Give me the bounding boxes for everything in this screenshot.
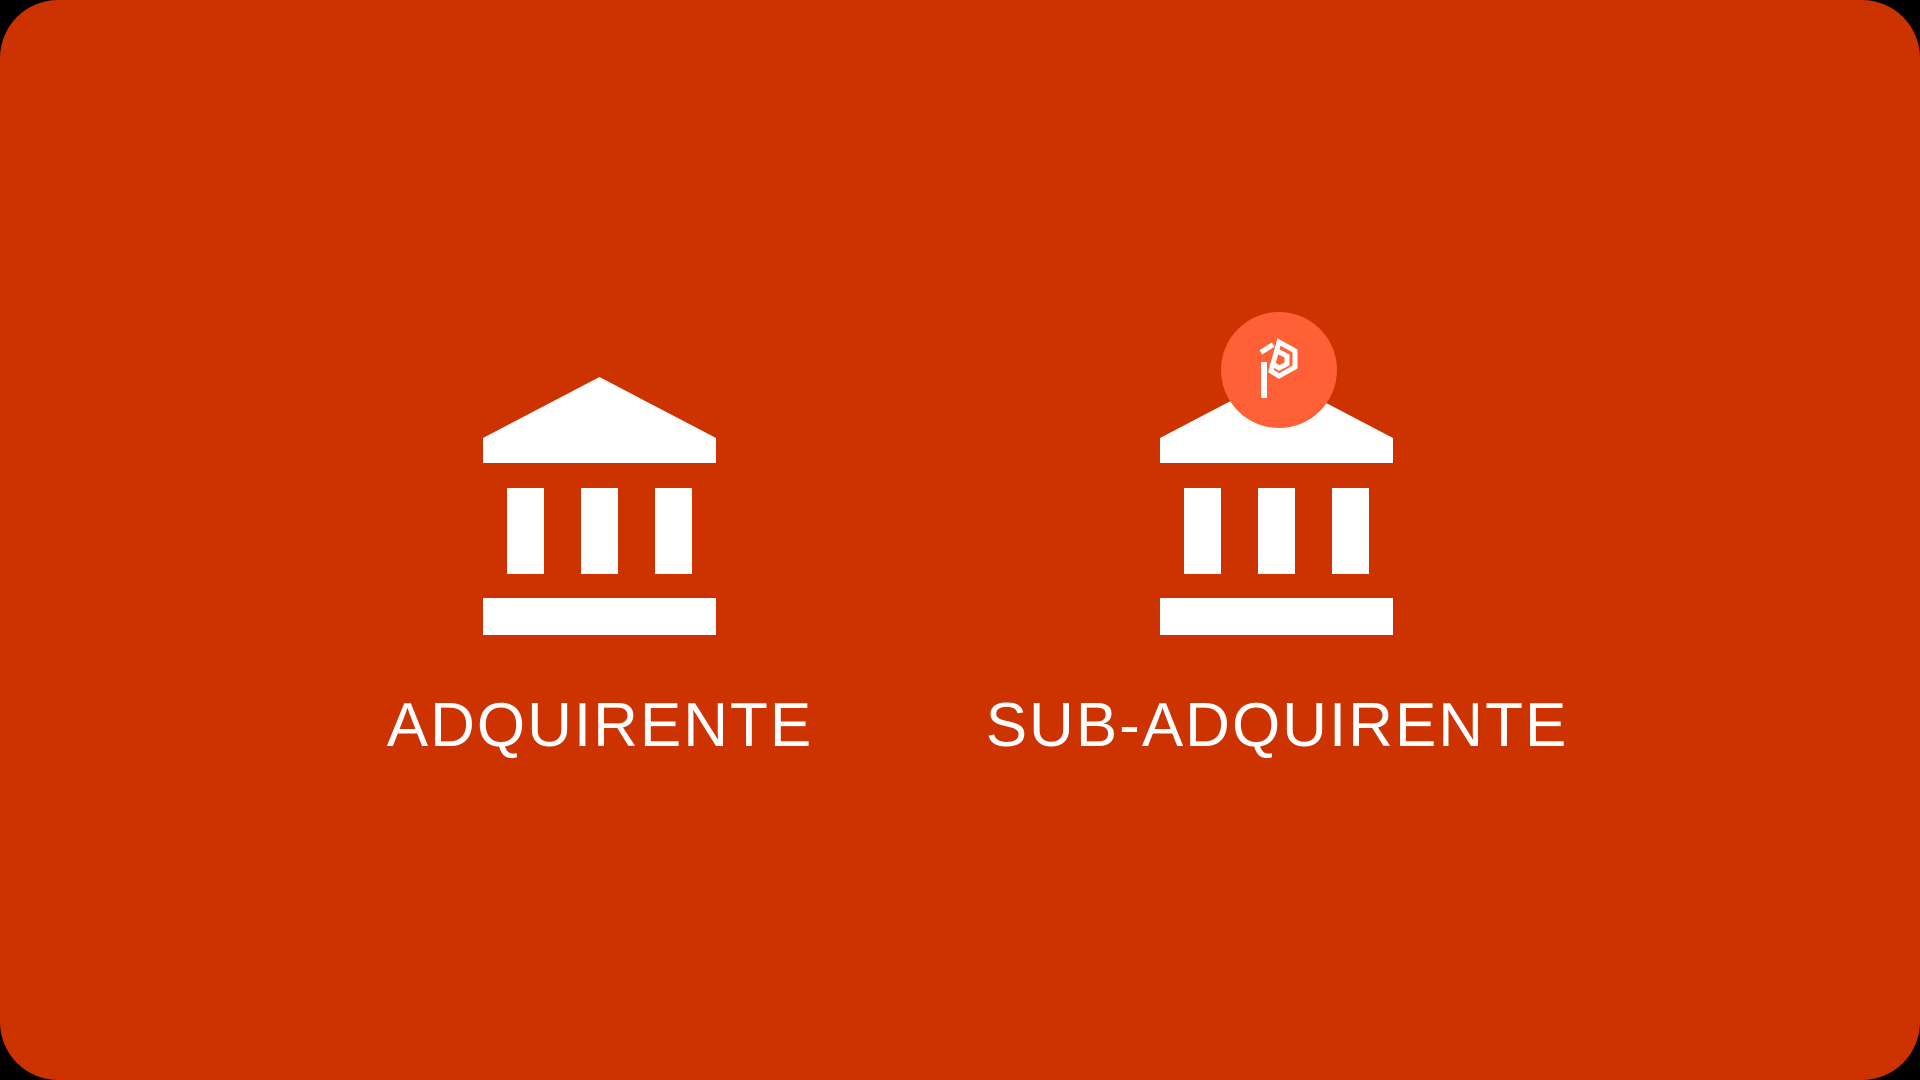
- bank-icon: [483, 377, 716, 635]
- sub-acquirer-label: SUB-ADQUIRENTE: [985, 691, 1569, 760]
- sub-acquirer-item: SUB-ADQUIRENTE: [927, 0, 1627, 1080]
- acquirer-item: ADQUIRENTE: [250, 0, 950, 1080]
- brand-badge: [1221, 312, 1337, 428]
- brand-logo-icon: [1259, 338, 1298, 398]
- acquirer-label: ADQUIRENTE: [386, 691, 814, 760]
- diagram-card: ADQUIRENTE SUB-ADQUIRENTE: [0, 0, 1920, 1080]
